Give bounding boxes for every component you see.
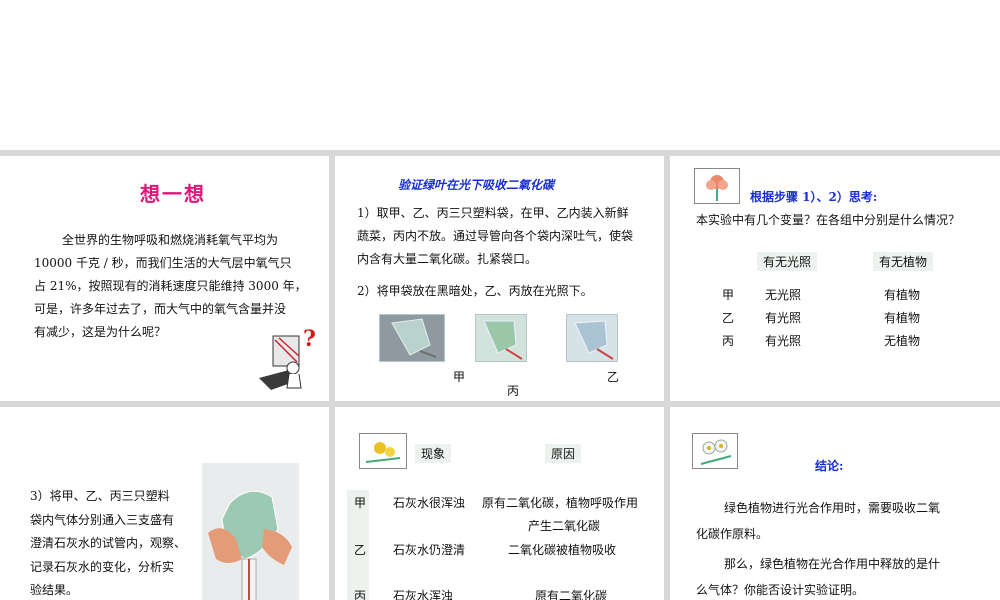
row-reason: 原有二氧化碳 xyxy=(535,589,608,600)
row-label: 丙 xyxy=(722,334,735,348)
panel-experiment: 验证绿叶在光下吸收二氧化碳 1）取甲、乙、丙三只塑料袋，在甲、乙内装入新鲜 蔬菜… xyxy=(335,156,664,401)
text-line: 澄清石灰水的试管内，观察、 xyxy=(30,536,187,550)
test-tube-image xyxy=(202,463,299,600)
col-header-light: 有无光照 xyxy=(757,252,818,271)
row-plant: 有植物 xyxy=(884,311,921,325)
text-line: 袋内气体分别通入三支盛有 xyxy=(30,512,175,527)
row-label: 甲 xyxy=(722,288,735,302)
row-label: 甲 xyxy=(354,496,367,510)
step2-text: 2）将甲袋放在黑暗处，乙、丙放在光照下。 xyxy=(357,284,593,298)
question-text: 本实验中有几个变量？在各组中分别是什么情况？ xyxy=(696,213,961,227)
text-line: 化碳作原料。 xyxy=(696,527,769,541)
row-light: 无光照 xyxy=(765,288,802,302)
panel-conclusion: 结论: 绿色植物进行光合作用时，需要吸收二氧 化碳作原料。 那么，绿色植物在光合… xyxy=(670,407,1000,600)
label-jia: 甲 xyxy=(453,370,466,384)
step3-text: 3）将甲、乙、丙三只塑料 袋内气体分别通入三支盛有 澄清石灰水的试管内，观察、 … xyxy=(30,485,200,600)
text-line: 蔬菜，丙内不放。通过导管向各个袋内深吐气，使袋 xyxy=(357,229,634,243)
row-plant: 无植物 xyxy=(884,334,921,348)
text-line: 可是，许多年过去了，而大气中的氧气含量并没 xyxy=(34,302,287,316)
row-label: 乙 xyxy=(722,311,735,325)
text-line: 占 21%，按照现有的消耗速度只能维持 3000 年， xyxy=(34,279,307,293)
panel-results: 现象 原因 甲 石灰水很浑浊 原有二氧化碳，植物呼吸作用 产生二氧化碳 乙 石灰… xyxy=(335,407,664,600)
text-line: 全世界的生物呼吸和燃烧消耗氧气平均为 xyxy=(62,233,279,247)
conclusion-heading: 结论: xyxy=(815,459,844,473)
step1-text: 1）取甲、乙、丙三只塑料袋，在甲、乙内装入新鲜 蔬菜，丙内不放。通过导管向各个袋… xyxy=(357,202,657,271)
panel-think: 想一想 全世界的生物呼吸和燃烧消耗氧气平均为 10000 千克 / 秒，而我们生… xyxy=(0,156,329,401)
panel-step3: 3）将甲、乙、丙三只塑料 袋内气体分别通入三支盛有 澄清石灰水的试管内，观察、 … xyxy=(0,407,329,600)
panel-title: 想一想 xyxy=(140,182,206,206)
row-phenomenon: 石灰水很浑浊 xyxy=(393,496,466,510)
row-plant: 有植物 xyxy=(884,288,921,302)
text-line: 绿色植物进行光合作用时，需要吸收二氧 xyxy=(724,501,941,515)
label-yi: 乙 xyxy=(607,370,620,384)
text-line: 那么，绿色植物在光合作用中释放的是什 xyxy=(724,557,941,571)
row-reason: 原有二氧化碳，植物呼吸作用 xyxy=(482,496,639,510)
white-flower-thumbnail-icon xyxy=(692,433,738,469)
text-line: 么气体？你能否设计实验证明。 xyxy=(696,583,865,597)
panel-title: 验证绿叶在光下吸收二氧化碳 xyxy=(398,178,555,192)
row-light: 有光照 xyxy=(765,334,802,348)
text-line: 记录石灰水的变化，分析实 xyxy=(30,559,175,574)
text-line: 3）将甲、乙、丙三只塑料 xyxy=(30,489,170,503)
bag-light-empty-image xyxy=(566,314,618,362)
row-reason-cont: 产生二氧化碳 xyxy=(528,519,601,533)
row-reason: 二氧化碳被植物吸收 xyxy=(508,543,617,557)
panel-heading: 根据步骤 1）、2）思考: xyxy=(750,190,878,204)
question-mark-icon: ? xyxy=(303,326,316,352)
conclusion-text: 绿色植物进行光合作用时，需要吸收二氧 化碳作原料。 那么，绿色植物在光合作用中释… xyxy=(696,495,991,600)
row-label: 乙 xyxy=(354,543,367,557)
col-header-phenomenon: 现象 xyxy=(415,444,452,463)
row-label: 丙 xyxy=(354,589,367,600)
label-bing: 丙 xyxy=(507,384,520,398)
bag-dark-image xyxy=(379,314,445,362)
col-header-plant: 有无植物 xyxy=(873,252,934,271)
col-header-reason: 原因 xyxy=(545,444,582,463)
panel-think-variables: 根据步骤 1）、2）思考: 本实验中有几个变量？在各组中分别是什么情况？ 有无光… xyxy=(670,156,1000,401)
text-line: 1）取甲、乙、丙三只塑料袋，在甲、乙内装入新鲜 xyxy=(357,206,629,220)
row-phenomenon: 石灰水浑浊 xyxy=(393,589,454,600)
bag-light-plant-image xyxy=(475,314,527,362)
row-phenomenon: 石灰水仍澄清 xyxy=(393,543,466,557)
text-line: 内含有大量二氧化碳。扎紧袋口。 xyxy=(357,252,538,266)
text-line: 验结果。 xyxy=(30,583,79,597)
yellow-flower-thumbnail-icon xyxy=(359,433,407,469)
row-light: 有光照 xyxy=(765,311,802,325)
flower-thumbnail-icon xyxy=(694,168,740,204)
text-line: 10000 千克 / 秒，而我们生活的大气层中氧气只 xyxy=(34,256,292,270)
